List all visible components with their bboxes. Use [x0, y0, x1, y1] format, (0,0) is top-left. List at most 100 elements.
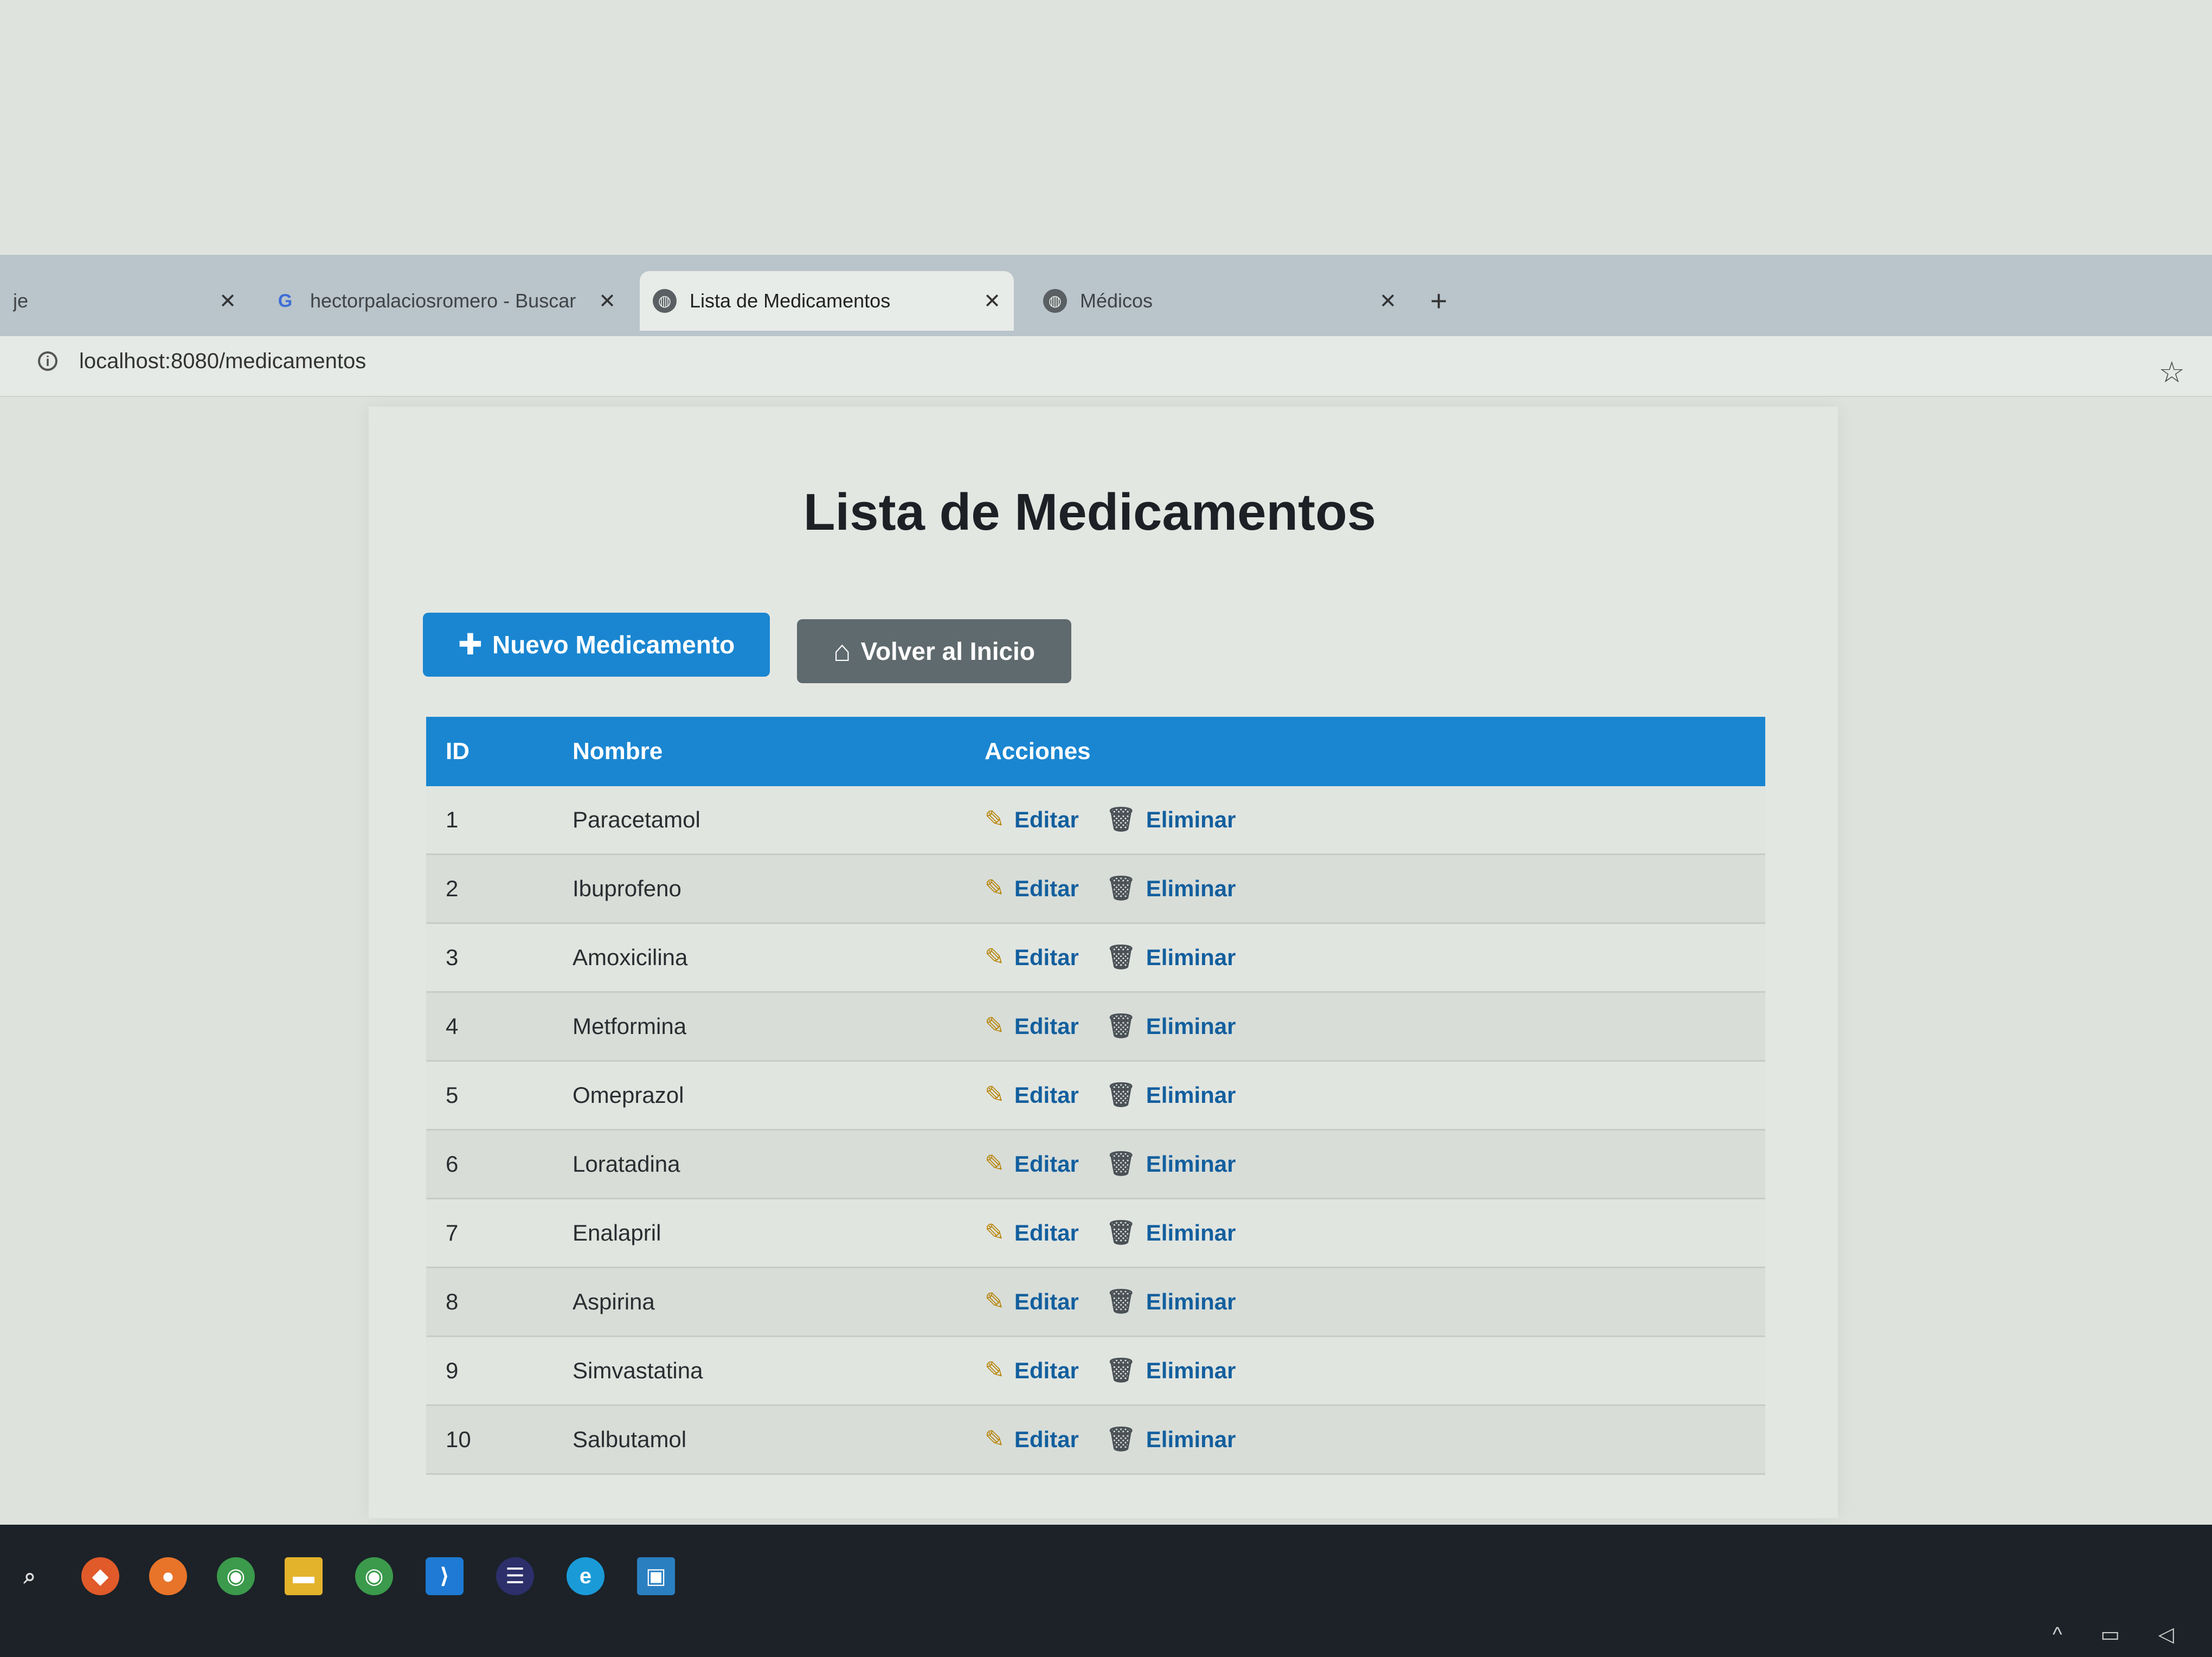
cell-id: 8	[446, 1289, 459, 1314]
cell-name: Simvastatina	[573, 1358, 703, 1383]
cell-actions: ✎ Editar 🗑 Eliminar	[985, 1151, 1765, 1177]
pencil-icon: ✎	[985, 1426, 1005, 1453]
file-explorer-icon[interactable]: ▬	[285, 1557, 323, 1595]
pencil-icon: ✎	[985, 1082, 1005, 1108]
delete-label: Eliminar	[1146, 1289, 1236, 1314]
firefox-icon[interactable]: ●	[149, 1557, 187, 1595]
edit-link[interactable]: ✎ Editar	[985, 807, 1079, 833]
back-home-button[interactable]: ⌂ Volver al Inicio	[797, 619, 1071, 683]
search-icon[interactable]: ⌕	[11, 1557, 49, 1595]
cell-actions: ✎ Editar 🗑 Eliminar	[985, 1013, 1765, 1039]
close-icon[interactable]: ✕	[1379, 289, 1397, 313]
edit-label: Editar	[1014, 1082, 1079, 1108]
delete-label: Eliminar	[1146, 1082, 1236, 1108]
cell-actions: ✎ Editar 🗑 Eliminar	[985, 1220, 1765, 1246]
trash-icon: 🗑	[1105, 1426, 1136, 1453]
tab-title: Lista de Medicamentos	[690, 290, 891, 312]
close-icon[interactable]: ✕	[219, 289, 236, 313]
tab-medicos[interactable]: ◍ Médicos ✕	[1030, 271, 1410, 331]
cell-actions: ✎ Editar 🗑 Eliminar	[985, 1358, 1765, 1384]
eclipse-icon[interactable]: ☰	[496, 1557, 534, 1595]
url-text[interactable]: localhost:8080/medicamentos	[79, 349, 366, 374]
delete-link[interactable]: 🗑 Eliminar	[1106, 1013, 1236, 1039]
cell-id: 3	[446, 945, 459, 970]
delete-link[interactable]: 🗑 Eliminar	[1106, 1358, 1236, 1384]
edit-link[interactable]: ✎ Editar	[985, 1151, 1079, 1177]
close-icon[interactable]: ✕	[983, 289, 1001, 313]
new-tab-button[interactable]: +	[1430, 286, 1448, 316]
info-icon[interactable]: i	[38, 351, 57, 371]
delete-link[interactable]: 🗑 Eliminar	[1106, 1289, 1236, 1315]
tab-title: Médicos	[1080, 290, 1153, 312]
brave-icon[interactable]: ◆	[81, 1557, 119, 1595]
trash-icon: 🗑	[1105, 1013, 1136, 1039]
new-medicamento-button[interactable]: ✚ Nuevo Medicamento	[423, 613, 770, 677]
tab-lista-medicamentos[interactable]: ◍ Lista de Medicamentos ✕	[640, 271, 1014, 331]
globe-icon: ◍	[653, 289, 677, 313]
tab-je[interactable]: je ✕	[0, 271, 249, 331]
header-name: Nombre	[573, 738, 663, 765]
globe-icon: ◍	[1043, 289, 1067, 313]
table-row: 5 Omeprazol ✎ Editar 🗑 Eliminar	[426, 1062, 1765, 1131]
pencil-icon: ✎	[985, 944, 1005, 971]
delete-link[interactable]: 🗑 Eliminar	[1106, 876, 1236, 902]
tab-google-search[interactable]: G hectorpalaciosromero - Buscar ✕	[260, 271, 629, 331]
cell-id: 10	[446, 1427, 471, 1452]
bookmark-star-icon[interactable]: ☆	[2159, 358, 2185, 387]
edit-link[interactable]: ✎ Editar	[985, 1013, 1079, 1039]
home-icon: ⌂	[833, 635, 851, 667]
trash-icon: 🗑	[1105, 1357, 1136, 1384]
pencil-icon: ✎	[985, 1357, 1005, 1384]
edit-label: Editar	[1014, 1013, 1079, 1039]
cell-id: 6	[446, 1151, 459, 1177]
delete-link[interactable]: 🗑 Eliminar	[1106, 807, 1236, 833]
taskbar: ⌕ ◆ ● ◉ ▬ ◉ ⟩ ☰ e ▣ ^ ▭ ◁	[0, 1525, 2212, 1657]
cell-name: Paracetamol	[573, 807, 700, 832]
system-tray[interactable]: ^ ▭ ◁	[2053, 1622, 2190, 1647]
cell-name: Enalapril	[573, 1220, 661, 1245]
chrome-icon[interactable]: ◉	[217, 1557, 255, 1595]
pencil-icon: ✎	[985, 875, 1005, 902]
table-row: 10 Salbutamol ✎ Editar 🗑 Eliminar	[426, 1406, 1765, 1475]
delete-label: Eliminar	[1146, 1220, 1236, 1245]
plus-icon: ✚	[458, 628, 483, 661]
delete-link[interactable]: 🗑 Eliminar	[1106, 945, 1236, 971]
pencil-icon: ✎	[985, 1288, 1005, 1315]
pencil-icon: ✎	[985, 806, 1005, 833]
edit-link[interactable]: ✎ Editar	[985, 1082, 1079, 1108]
cell-name: Omeprazol	[573, 1082, 684, 1108]
header-actions: Acciones	[985, 738, 1091, 765]
cell-name: Salbutamol	[573, 1427, 687, 1452]
delete-link[interactable]: 🗑 Eliminar	[1106, 1220, 1236, 1246]
delete-link[interactable]: 🗑 Eliminar	[1106, 1082, 1236, 1108]
delete-label: Eliminar	[1146, 1151, 1236, 1177]
chrome-active-icon[interactable]: ◉	[355, 1557, 393, 1595]
edit-link[interactable]: ✎ Editar	[985, 1220, 1079, 1246]
app-icon[interactable]: ▣	[637, 1557, 675, 1595]
tab-title: je	[13, 290, 29, 312]
cell-name: Amoxicilina	[573, 945, 688, 970]
vscode-icon[interactable]: ⟩	[426, 1557, 464, 1595]
cell-actions: ✎ Editar 🗑 Eliminar	[985, 945, 1765, 971]
address-bar[interactable]: i localhost:8080/medicamentos ☆	[0, 336, 2212, 397]
edit-link[interactable]: ✎ Editar	[985, 1289, 1079, 1315]
medicamentos-table: ID Nombre Acciones 1 Paracetamol ✎ Editar 🗑 E…	[426, 717, 1765, 1475]
delete-link[interactable]: 🗑 Eliminar	[1106, 1427, 1236, 1453]
table-row: 2 Ibuprofeno ✎ Editar 🗑 Eliminar	[426, 855, 1765, 924]
edit-link[interactable]: ✎ Editar	[985, 1427, 1079, 1453]
cell-name: Metformina	[573, 1013, 687, 1039]
edge-icon[interactable]: e	[567, 1557, 605, 1595]
cell-id: 2	[446, 876, 459, 901]
cell-id: 4	[446, 1013, 459, 1039]
close-icon[interactable]: ✕	[599, 289, 616, 313]
edit-label: Editar	[1014, 1151, 1079, 1177]
table-row: 7 Enalapril ✎ Editar 🗑 Eliminar	[426, 1199, 1765, 1268]
edit-link[interactable]: ✎ Editar	[985, 945, 1079, 971]
delete-link[interactable]: 🗑 Eliminar	[1106, 1151, 1236, 1177]
cell-name: Aspirina	[573, 1289, 655, 1314]
delete-label: Eliminar	[1146, 1013, 1236, 1039]
table-row: 9 Simvastatina ✎ Editar 🗑 Eliminar	[426, 1337, 1765, 1406]
edit-link[interactable]: ✎ Editar	[985, 876, 1079, 902]
edit-link[interactable]: ✎ Editar	[985, 1358, 1079, 1384]
edit-label: Editar	[1014, 876, 1079, 901]
